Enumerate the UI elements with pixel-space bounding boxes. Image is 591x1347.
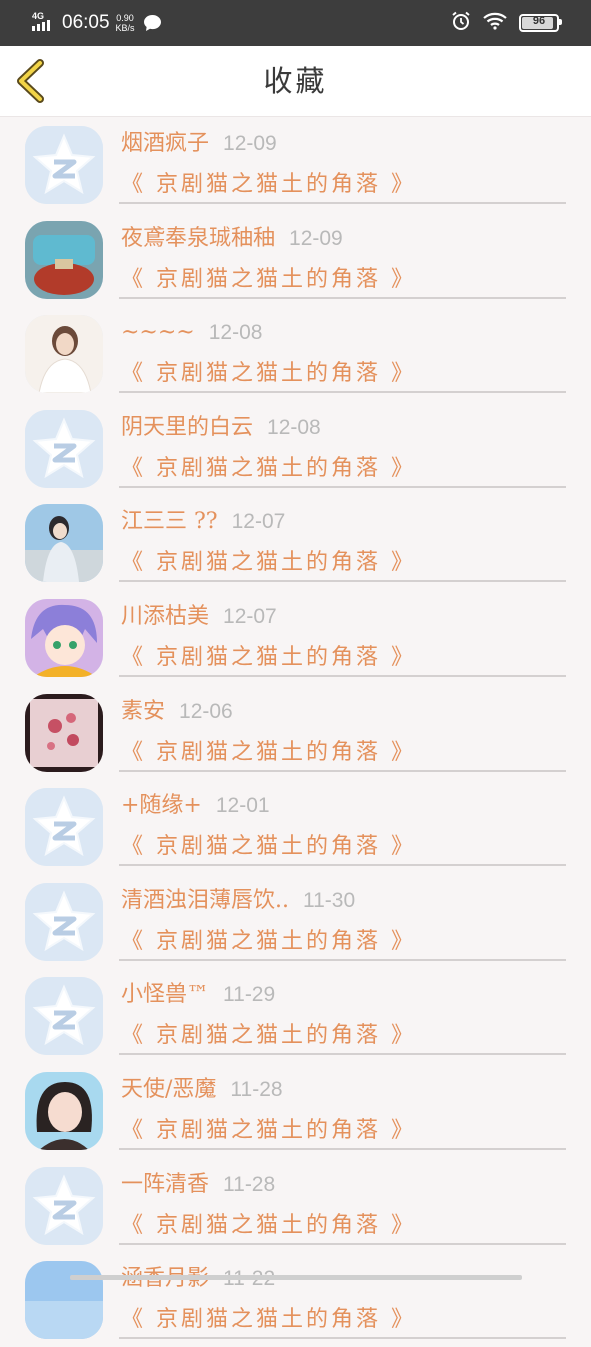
- avatar: [25, 504, 103, 583]
- post-title: 《 京剧猫之猫土的角落 》: [121, 1117, 416, 1143]
- post-title: 《 京剧猫之猫土的角落 》: [121, 550, 416, 576]
- user-name: 夜鳶奉泉珹秞秞: [121, 225, 276, 251]
- list-item[interactable]: +随缘+ 12-01 《 京剧猫之猫土的角落 》: [0, 779, 591, 874]
- divider: [119, 296, 566, 299]
- divider: [119, 769, 566, 772]
- user-name: 江三三 ??: [121, 509, 218, 535]
- divider: [119, 485, 566, 488]
- status-bar-right: 96: [439, 0, 562, 46]
- user-name: 阴天里的白云: [121, 414, 254, 440]
- default-avatar-star-icon: [25, 788, 103, 867]
- post-date: 11-29: [223, 983, 276, 1007]
- speed-unit: KB/s: [115, 23, 135, 33]
- status-bar-left: 4G 06:05 0.90 KB/s: [32, 0, 162, 46]
- divider: [119, 958, 566, 961]
- user-name: 素安: [121, 698, 166, 724]
- post-title: 《 京剧猫之猫土的角落 》: [121, 644, 416, 670]
- cell-signal-icon: 4G: [32, 11, 54, 34]
- divider: [119, 202, 566, 204]
- post-title: 《 京剧猫之猫土的角落 》: [121, 1212, 416, 1238]
- list-item[interactable]: 一阵清香 11-28 《 京剧猫之猫土的角落 》: [0, 1158, 591, 1253]
- list-item[interactable]: ~~~~ 12-08 《 京剧猫之猫土的角落 》: [0, 306, 591, 401]
- user-name: ~~~~: [121, 320, 195, 346]
- post-title: 《 京剧猫之猫土的角落 》: [121, 361, 416, 387]
- default-avatar-star-icon: [25, 882, 103, 961]
- list-item[interactable]: 清酒浊泪薄唇饮.. 11-30 《 京剧猫之猫土的角落 》: [0, 874, 591, 969]
- divider: [119, 1053, 566, 1056]
- post-date: 12-08: [267, 415, 321, 439]
- list-item[interactable]: 江三三 ?? 12-07 《 京剧猫之猫土的角落 》: [0, 495, 591, 590]
- post-date: 12-09: [289, 226, 343, 250]
- post-date: 12-07: [231, 510, 286, 534]
- avatar: [25, 1261, 103, 1340]
- user-name: 一阵清香: [121, 1171, 210, 1197]
- battery-icon: 96: [519, 14, 562, 32]
- post-date: 11-30: [303, 888, 356, 912]
- list-item[interactable]: 小怪兽™ 11-29 《 京剧猫之猫土的角落 》: [0, 968, 591, 1063]
- default-avatar-star-icon: [25, 409, 103, 488]
- favorites-list: 烟酒疯子 12-09 《 京剧猫之猫土的角落 》 夜鳶奉泉珹秞秞 12-09 《 京…: [0, 117, 591, 1347]
- default-avatar-star-icon: [25, 126, 103, 204]
- post-date: 12-01: [215, 794, 270, 818]
- post-title: 《 京剧猫之猫土的角落 》: [121, 172, 416, 197]
- post-title: 《 京剧猫之猫土的角落 》: [121, 1307, 416, 1333]
- user-name: 小怪兽™: [121, 982, 210, 1008]
- list-item[interactable]: 川添枯美 12-07 《 京剧猫之猫土的角落 》: [0, 590, 591, 685]
- post-title: 《 京剧猫之猫土的角落 》: [121, 1023, 416, 1049]
- avatar: [25, 1071, 103, 1150]
- divider: [119, 864, 566, 867]
- divider: [119, 391, 566, 394]
- speed-value: 0.90: [116, 13, 134, 23]
- post-title: 《 京剧猫之猫土的角落 》: [121, 266, 416, 292]
- post-title: 《 京剧猫之猫土的角落 》: [121, 739, 416, 765]
- post-date: 12-08: [208, 321, 263, 345]
- divider: [119, 1147, 566, 1150]
- post-date: 11-28: [223, 1172, 276, 1196]
- divider: [119, 1242, 566, 1245]
- list-item[interactable]: 素安 12-06 《 京剧猫之猫土的角落 》: [0, 685, 591, 780]
- avatar: [25, 693, 103, 772]
- list-item[interactable]: 涵香月影11-22 《 京剧猫之猫土的角落 》: [0, 1252, 591, 1347]
- battery-level: 96: [532, 15, 546, 27]
- post-date: 12-07: [223, 604, 277, 628]
- app-header: 收藏: [0, 46, 591, 117]
- list-item[interactable]: 夜鳶奉泉珹秞秞 12-09 《 京剧猫之猫土的角落 》: [0, 212, 591, 307]
- message-icon: [143, 14, 162, 32]
- list-item[interactable]: 天使/恶魔 11-28 《 京剧猫之猫土的角落 》: [0, 1063, 591, 1158]
- divider: [119, 1337, 566, 1340]
- network-speed: 0.90 KB/s: [116, 13, 135, 33]
- list-item[interactable]: 阴天里的白云 12-08 《 京剧猫之猫土的角落 》: [0, 401, 591, 496]
- post-title: 《 京剧猫之猫土的角落 》: [121, 928, 416, 954]
- wifi-icon: [483, 12, 507, 35]
- default-avatar-star-icon: [25, 977, 103, 1056]
- post-title: 《 京剧猫之猫土的角落 》: [121, 455, 416, 481]
- user-name: 烟酒疯子: [121, 131, 210, 156]
- clock: 06:05: [62, 12, 110, 33]
- user-name: 川添枯美: [121, 603, 210, 629]
- divider: [119, 674, 566, 677]
- avatar: [25, 598, 103, 677]
- status-bar: 4G 06:05 0.90 KB/s 96: [0, 0, 591, 46]
- post-date: 11-28: [230, 1077, 283, 1101]
- avatar: [25, 315, 103, 394]
- avatar: [25, 220, 103, 299]
- post-date: 12-06: [179, 699, 233, 723]
- user-name: 天使/恶魔: [121, 1076, 217, 1102]
- user-name: +随缘+: [121, 793, 202, 819]
- post-title: 《 京剧猫之猫土的角落 》: [121, 834, 416, 860]
- page-title: 收藏: [263, 64, 328, 98]
- scroll-indicator: [70, 1275, 522, 1280]
- divider: [119, 580, 566, 583]
- user-name: 清酒浊泪薄唇饮..: [121, 887, 289, 913]
- alarm-icon: [451, 11, 471, 36]
- default-avatar-star-icon: [25, 1166, 103, 1245]
- post-date: 12-09: [223, 132, 277, 155]
- list-item[interactable]: 烟酒疯子 12-09 《 京剧猫之猫土的角落 》: [0, 117, 591, 212]
